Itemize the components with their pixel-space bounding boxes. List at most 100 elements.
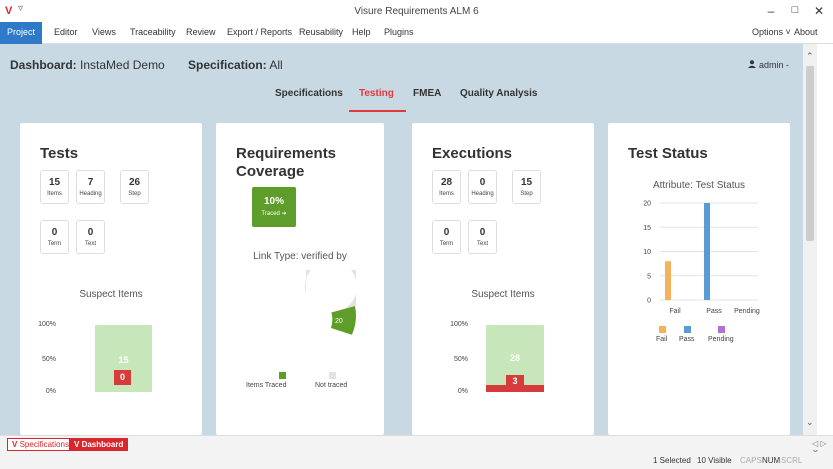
y-tick-label: 15 — [643, 225, 651, 232]
menu-review[interactable]: Review — [186, 27, 216, 37]
axis-label-0: 0% — [457, 388, 468, 395]
menu-editor[interactable]: Editor — [54, 27, 78, 37]
donut-label-not-traced: 180 — [277, 302, 289, 309]
status-caps: CAPS — [740, 456, 762, 465]
menu-views[interactable]: Views — [92, 27, 116, 37]
executions-stat-text[interactable]: 0 Text — [468, 220, 497, 254]
tests-card: Tests 15 Items 7 Heading 26 Step 0 Term 0 Tex… — [20, 123, 202, 435]
stat-value: 0 — [479, 227, 486, 238]
dashboard-area: Dashboard: InstaMed Demo Specification: … — [0, 44, 803, 435]
maximize-button[interactable]: □ — [785, 4, 805, 16]
executions-title: Executions — [432, 145, 513, 162]
tab-specifications[interactable]: Specifications — [275, 88, 343, 99]
status-scrl: SCRL — [781, 456, 803, 465]
bar-fail[interactable] — [665, 261, 671, 300]
user-icon — [748, 60, 757, 68]
tab-testing[interactable]: Testing — [359, 88, 394, 99]
coverage-title-line2: Coverage — [236, 163, 305, 180]
scroll-down-icon[interactable]: ⌄ — [806, 417, 814, 428]
stat-value: 0 — [443, 227, 450, 238]
menu-plugins[interactable]: Plugins — [384, 27, 414, 37]
options-menu[interactable]: Options ˅ — [752, 27, 791, 37]
executions-stat-items[interactable]: 28 Items — [432, 170, 461, 204]
tests-stat-text[interactable]: 0 Text — [76, 220, 105, 254]
menu-reusability[interactable]: Reusability — [299, 27, 343, 37]
stat-value: 7 — [87, 177, 94, 188]
y-tick-label: 20 — [643, 201, 651, 208]
status-num: NUM — [762, 456, 781, 465]
tests-suspect-bar[interactable]: 15 0 — [95, 325, 152, 392]
donut-slice-not-traced[interactable] — [304, 270, 356, 313]
legend-not-traced[interactable]: Not traced — [315, 382, 347, 389]
coverage-donut-chart: 180 20 — [277, 270, 356, 335]
status-selected: 1 Selected — [653, 456, 691, 465]
stat-label: Term — [439, 241, 454, 247]
vertical-scrollbar[interactable]: ⌃ ⌄ — [803, 44, 817, 435]
window-title: Visure Requirements ALM 6 — [354, 6, 479, 17]
tests-stat-heading[interactable]: 7 Heading — [76, 170, 105, 204]
legend-label-pending[interactable]: Pending — [708, 336, 734, 343]
tests-stat-term[interactable]: 0 Term — [40, 220, 69, 254]
about-menu[interactable]: About — [794, 27, 818, 37]
coverage-title-line1: Requirements — [236, 145, 337, 162]
legend-swatch-not-traced — [329, 372, 336, 379]
executions-stat-step[interactable]: 15 Step — [512, 170, 541, 204]
y-tick-label: 0 — [647, 298, 651, 305]
legend-label-fail[interactable]: Fail — [656, 336, 667, 343]
stat-label: Text — [84, 241, 96, 247]
status-bar: 1 Selected 10 Visible CAPS NUM SCRL — [0, 452, 833, 469]
executions-stat-heading[interactable]: 0 Heading — [468, 170, 497, 204]
bottom-tab-specifications[interactable]: V Specifications — [7, 438, 74, 451]
tab-fmea[interactable]: FMEA — [413, 88, 441, 99]
stat-label: Step — [128, 191, 141, 197]
bottom-tab-bar: V Specifications V Dashboard ◁ ▷ ✕ — [0, 435, 833, 457]
executions-stat-term[interactable]: 0 Term — [432, 220, 461, 254]
menu-traceability[interactable]: Traceability — [130, 27, 176, 37]
tab-quality-analysis[interactable]: Quality Analysis — [460, 88, 537, 99]
tests-stat-items[interactable]: 15 Items — [40, 170, 69, 204]
user-menu[interactable]: admin - — [748, 60, 789, 70]
test-status-chart: 20 15 10 5 0 Fail Pass Pending — [643, 201, 760, 316]
test-status-title: Test Status — [628, 145, 708, 162]
stat-value: 28 — [440, 177, 453, 188]
menu-export-reports[interactable]: Export / Reports — [227, 27, 292, 37]
menu-project[interactable]: Project — [0, 22, 43, 44]
close-button[interactable]: ✕ — [809, 4, 829, 18]
legend-items-traced[interactable]: Items Traced — [246, 382, 286, 389]
stat-label: Text — [476, 241, 488, 247]
specification-filter[interactable]: Specification: All — [188, 58, 283, 72]
tab-logo-icon: V — [12, 440, 18, 449]
scrollbar-thumb[interactable] — [806, 66, 814, 241]
test-status-card: Test Status Attribute: Test Status 20 15 1… — [608, 123, 790, 435]
minimize-button[interactable]: – — [761, 4, 781, 18]
y-tick-label: 5 — [647, 273, 651, 280]
stat-label: Items — [47, 191, 62, 197]
bottom-tab-dashboard[interactable]: V Dashboard — [69, 438, 129, 451]
axis-label-50: 50% — [453, 356, 468, 363]
tests-stat-step[interactable]: 26 Step — [120, 170, 149, 204]
dashboard-header: Dashboard: InstaMed Demo Specification: … — [10, 58, 283, 72]
stat-value: 0 — [479, 177, 486, 188]
executions-suspect-bar[interactable]: 28 3 — [486, 325, 544, 392]
legend-label-pass[interactable]: Pass — [679, 336, 695, 343]
stat-value: 15 — [520, 177, 533, 188]
axis-label-100: 100% — [450, 321, 468, 328]
bottom-tab-label: Dashboard — [81, 440, 124, 449]
legend-swatch-pass — [684, 326, 691, 333]
coverage-percent-box[interactable]: 10% Traced ➔ — [252, 187, 296, 227]
dashboard-name: InstaMed Demo — [80, 58, 165, 72]
scroll-up-icon[interactable]: ⌃ — [806, 51, 814, 62]
tests-total-value: 15 — [118, 355, 129, 365]
traced-link[interactable]: Traced ➔ — [252, 210, 296, 217]
legend-swatch-fail — [659, 326, 666, 333]
axis-label-100: 100% — [38, 321, 56, 328]
coverage-card: Requirements Coverage 10% Traced ➔ Link … — [216, 123, 384, 435]
stat-label: Term — [47, 241, 62, 247]
stat-label: Heading — [79, 191, 102, 197]
menu-bar: Project Editor Views Traceability Review… — [0, 22, 833, 44]
tests-suspect-title: Suspect Items — [79, 289, 143, 300]
bar-pass[interactable] — [704, 203, 710, 300]
menu-help[interactable]: Help — [352, 27, 371, 37]
status-visible: 10 Visible — [697, 456, 732, 465]
legend-swatch-pending — [718, 326, 725, 333]
